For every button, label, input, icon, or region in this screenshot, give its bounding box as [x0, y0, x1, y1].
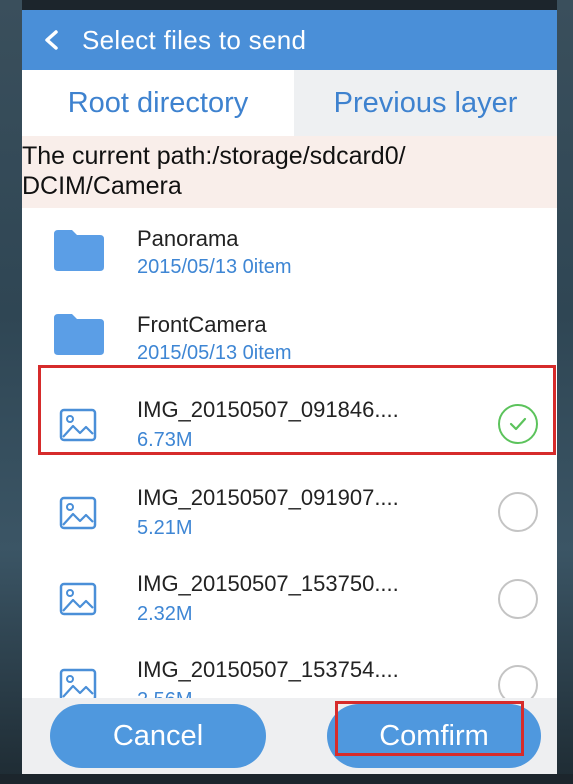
tab-previous-layer[interactable]: Previous layer: [294, 70, 557, 136]
checkbox-selected-icon[interactable]: [498, 404, 538, 444]
confirm-button[interactable]: Comfirm: [327, 704, 541, 768]
tab-root-directory[interactable]: Root directory: [22, 70, 294, 136]
file-list: Panorama 2015/05/13 0item FrontCamera 20…: [22, 208, 557, 698]
item-meta: 2015/05/13 0item: [137, 342, 292, 364]
background-right: [557, 0, 573, 784]
item-name: IMG_20150507_091846....: [137, 397, 399, 422]
folder-icon: [50, 312, 106, 356]
background-bottom: [0, 774, 573, 784]
dialog-title: Select files to send: [82, 24, 307, 55]
back-arrow-icon[interactable]: [22, 10, 82, 70]
item-name: IMG_20150507_091907....: [137, 485, 399, 510]
list-item-folder-frontcamera[interactable]: FrontCamera 2015/05/13 0item: [22, 294, 557, 380]
folder-icon: [50, 228, 106, 272]
list-item-image[interactable]: IMG_20150507_153750.... 2.32M: [22, 552, 557, 638]
checkbox-unselected-icon[interactable]: [498, 492, 538, 532]
current-path-line2: DCIM/Camera: [22, 172, 182, 200]
background-left: [0, 0, 22, 784]
list-item-image[interactable]: IMG_20150507_153754.... 2.56M: [22, 638, 557, 698]
item-name: FrontCamera: [137, 312, 267, 337]
image-icon: [50, 491, 106, 535]
image-icon: [50, 577, 106, 621]
list-item-folder-panorama[interactable]: Panorama 2015/05/13 0item: [22, 208, 557, 294]
item-meta: 2015/05/13 0item: [137, 256, 292, 278]
image-icon: [50, 403, 106, 447]
checkbox-unselected-icon[interactable]: [498, 665, 538, 698]
list-item-image[interactable]: IMG_20150507_091907.... 5.21M: [22, 466, 557, 552]
current-path-line1: The current path:/storage/sdcard0/: [22, 142, 406, 170]
checkbox-unselected-icon[interactable]: [498, 579, 538, 619]
footer-bar: Cancel Comfirm: [22, 698, 557, 774]
item-meta: 6.73M: [137, 429, 193, 451]
navigation-tabs: Root directory Previous layer: [22, 70, 557, 136]
title-bar: Select files to send: [22, 10, 557, 70]
cancel-button[interactable]: Cancel: [50, 704, 266, 768]
item-meta: 2.56M: [137, 689, 193, 698]
background-top: [0, 0, 573, 10]
image-icon: [50, 663, 106, 698]
list-item-image[interactable]: IMG_20150507_091846.... 6.73M: [22, 380, 557, 466]
item-meta: 2.32M: [137, 603, 193, 625]
current-path: The current path:/storage/sdcard0/ DCIM/…: [22, 136, 557, 208]
item-name: IMG_20150507_153750....: [137, 571, 399, 596]
item-name: IMG_20150507_153754....: [137, 657, 399, 682]
item-meta: 5.21M: [137, 517, 193, 539]
file-select-dialog: Select files to send Root directory Prev…: [22, 10, 557, 774]
item-name: Panorama: [137, 226, 239, 251]
